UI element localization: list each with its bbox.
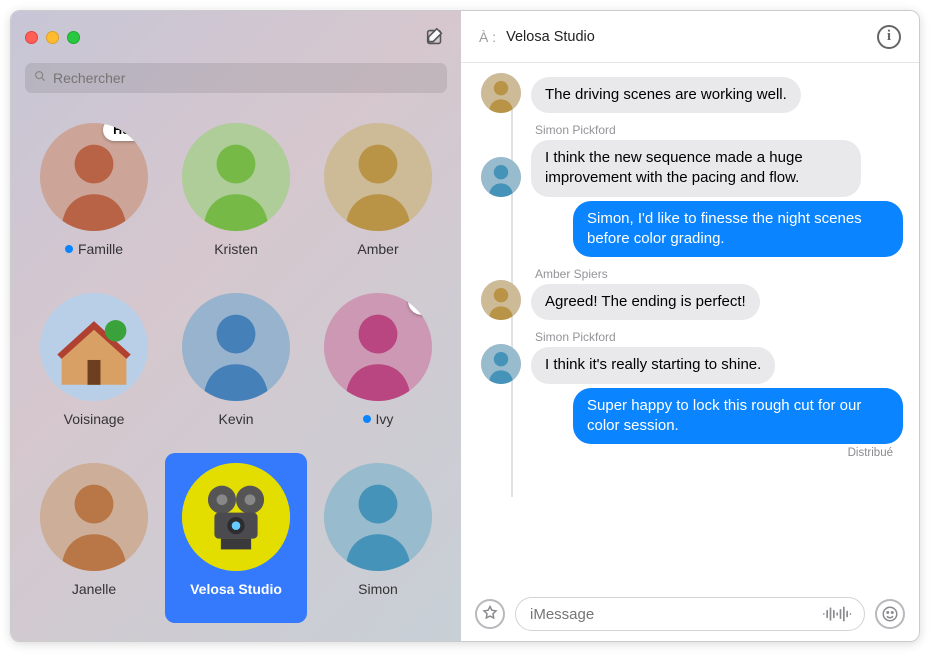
avatar xyxy=(182,463,290,571)
apps-button[interactable] xyxy=(475,599,505,629)
search-input[interactable] xyxy=(53,70,439,86)
conversation-sidebar: Home! Famille Kristen Amber xyxy=(11,11,461,641)
message-bubble[interactable]: I think it's really starting to shine. xyxy=(531,347,775,383)
conversation-label: Velosa Studio xyxy=(190,581,282,597)
message-bubble[interactable]: Super happy to lock this rough cut for o… xyxy=(573,388,903,445)
sender-name: Amber Spiers xyxy=(535,267,760,281)
avatar xyxy=(324,123,432,231)
conversation-label: Janelle xyxy=(72,581,116,597)
to-label: À : xyxy=(479,29,496,45)
window-controls xyxy=(25,31,80,44)
avatar: ❤︎ xyxy=(324,293,432,401)
message-row-incoming: Simon Pickford I think the new sequence … xyxy=(481,117,909,197)
conversation-item[interactable]: Janelle xyxy=(23,453,165,623)
conversation-item[interactable]: Amber xyxy=(307,113,449,283)
message-bubble[interactable]: The driving scenes are working well. xyxy=(531,77,801,113)
conversation-item[interactable]: Kevin xyxy=(165,283,307,453)
avatar xyxy=(40,463,148,571)
messages-window: Home! Famille Kristen Amber xyxy=(10,10,920,642)
avatar xyxy=(324,463,432,571)
message-input-container[interactable] xyxy=(515,597,865,631)
titlebar xyxy=(11,11,461,63)
composer xyxy=(461,587,919,641)
conversation-label: Simon xyxy=(358,581,398,597)
message-avatar[interactable] xyxy=(481,73,521,113)
message-row-incoming: Simon Pickford I think it's really start… xyxy=(481,324,909,383)
conversation-label: Kristen xyxy=(214,241,258,257)
unread-dot xyxy=(65,245,73,253)
sender-name: Simon Pickford xyxy=(535,330,775,344)
message-bubble[interactable]: Simon, I'd like to finesse the night sce… xyxy=(573,201,903,258)
message-avatar[interactable] xyxy=(481,280,521,320)
search-field[interactable] xyxy=(25,63,447,93)
conversation-item[interactable]: ❤︎ Ivy xyxy=(307,283,449,453)
message-bubble[interactable]: I think the new sequence made a huge imp… xyxy=(531,140,861,197)
conversation-grid: Home! Famille Kristen Amber xyxy=(11,103,461,641)
conversation-label: Voisinage xyxy=(64,411,125,427)
message-input[interactable] xyxy=(530,606,820,623)
minimize-button[interactable] xyxy=(46,31,59,44)
conversation-label: Amber xyxy=(357,241,398,257)
message-row-outgoing: Simon, I'd like to finesse the night sce… xyxy=(481,201,909,258)
conversation-item[interactable]: Velosa Studio xyxy=(165,453,307,623)
conversation-item[interactable]: Voisinage xyxy=(23,283,165,453)
details-button[interactable]: i xyxy=(877,25,901,49)
delivered-label: Distribué xyxy=(573,447,893,459)
avatar xyxy=(182,123,290,231)
conversation-label: Kevin xyxy=(218,411,253,427)
avatar xyxy=(182,293,290,401)
message-row-incoming: Amber Spiers Agreed! The ending is perfe… xyxy=(481,261,909,320)
message-bubble[interactable]: Agreed! The ending is perfect! xyxy=(531,284,760,320)
conversation-item[interactable]: Home! Famille xyxy=(23,113,165,283)
compose-button[interactable] xyxy=(423,25,447,49)
message-avatar[interactable] xyxy=(481,344,521,384)
message-row-incoming: The driving scenes are working well. xyxy=(481,73,909,113)
search-icon xyxy=(33,69,53,88)
message-row-outgoing: Super happy to lock this rough cut for o… xyxy=(481,388,909,460)
preview-bubble: Home! xyxy=(103,123,148,141)
conversation-item[interactable]: Simon xyxy=(307,453,449,623)
unread-dot xyxy=(363,415,371,423)
emoji-button[interactable] xyxy=(875,599,905,629)
audio-message-button[interactable] xyxy=(820,601,856,627)
maximize-button[interactable] xyxy=(67,31,80,44)
avatar: Home! xyxy=(40,123,148,231)
avatar xyxy=(40,293,148,401)
message-avatar[interactable] xyxy=(481,157,521,197)
conversation-label: Ivy xyxy=(363,411,394,427)
conversation-item[interactable]: Kristen xyxy=(165,113,307,283)
close-button[interactable] xyxy=(25,31,38,44)
conversation-pane: À : Velosa Studio i The driving scenes a… xyxy=(461,11,919,641)
conversation-label: Famille xyxy=(65,241,123,257)
sender-name: Simon Pickford xyxy=(535,123,861,137)
to-name[interactable]: Velosa Studio xyxy=(506,29,595,45)
conversation-header: À : Velosa Studio i xyxy=(461,11,919,63)
message-list[interactable]: The driving scenes are working well. Sim… xyxy=(461,63,919,587)
